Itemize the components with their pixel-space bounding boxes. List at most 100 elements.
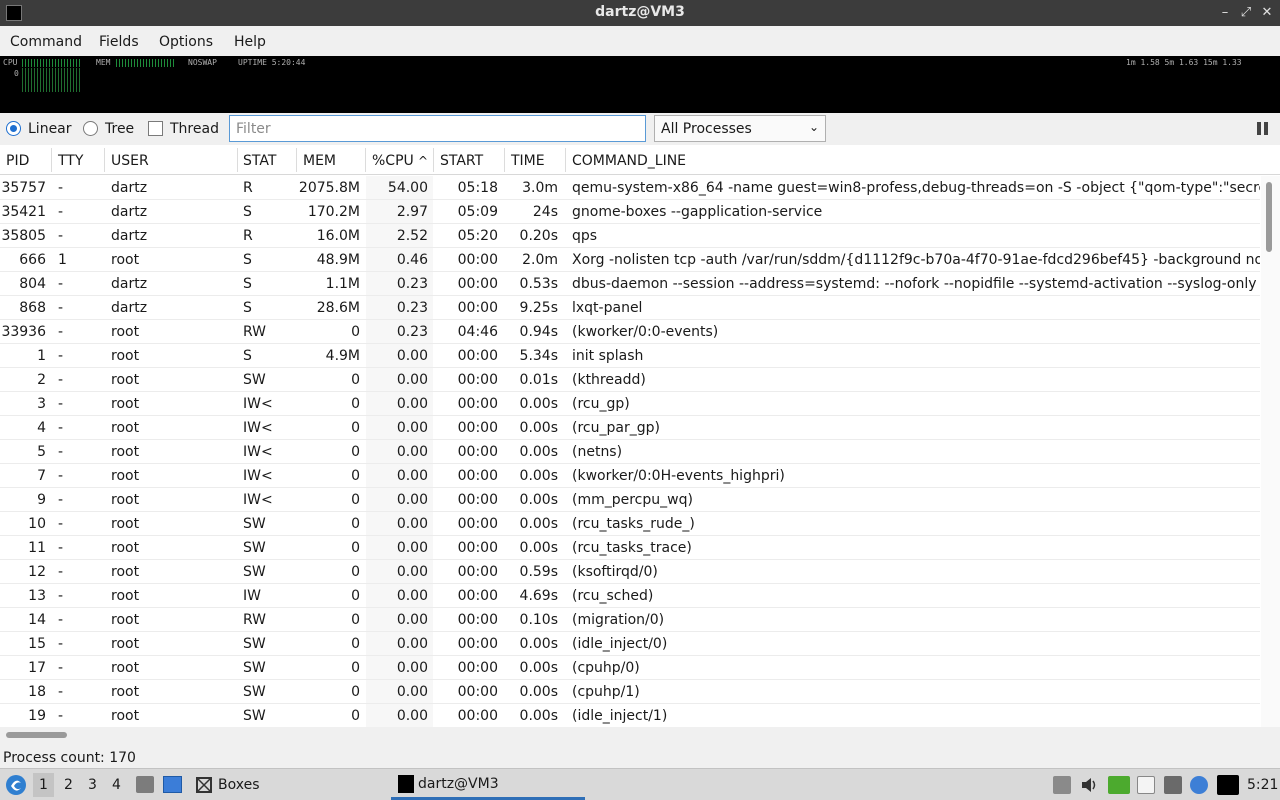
table-row[interactable]: 2- root SW 0 0.00 00:00 0.01s (kthreadd) (0, 368, 1260, 392)
desktop-icon[interactable] (163, 776, 182, 793)
desktop-2[interactable]: 2 (64, 777, 73, 793)
cell-pid: 5 (37, 444, 46, 460)
column-divider[interactable] (565, 148, 566, 172)
linear-label[interactable]: Linear (28, 121, 72, 137)
column-header-user[interactable]: USER (111, 153, 149, 169)
column-divider[interactable] (296, 148, 297, 172)
column-header-pid[interactable]: PID (6, 153, 29, 169)
desktop-3[interactable]: 3 (88, 777, 97, 793)
table-row[interactable]: 18- root SW 0 0.00 00:00 0.00s (cpuhp/1) (0, 680, 1260, 704)
table-row[interactable]: 9- root IW< 0 0.00 00:00 0.00s (mm_percpu_wq) (0, 488, 1260, 512)
desktop-4[interactable]: 4 (112, 777, 121, 793)
table-row[interactable]: 13- root IW 0 0.00 00:00 4.69s (rcu_sched) (0, 584, 1260, 608)
table-row[interactable]: 11- root SW 0 0.00 00:00 0.00s (rcu_tasks_trace… (0, 536, 1260, 560)
cell-tty: - (58, 324, 64, 340)
menu-fields[interactable]: Fields (99, 34, 139, 50)
table-row[interactable]: 1- root S 4.9M 0.00 00:00 5.34s init splash (0, 344, 1260, 368)
column-header-cpu[interactable]: %CPU (372, 153, 414, 169)
cell-stat: S (243, 348, 252, 364)
thread-checkbox[interactable] (148, 121, 163, 136)
table-row[interactable]: 17- root SW 0 0.00 00:00 0.00s (cpuhp/0) (0, 656, 1260, 680)
column-header-command-line[interactable]: COMMAND_LINE (572, 153, 686, 169)
table-row[interactable]: 804- dartz S 1.1M 0.23 00:00 0.53s dbus-daemon … (0, 272, 1260, 296)
filter-input[interactable] (229, 115, 646, 142)
linear-radio[interactable] (6, 121, 21, 136)
window-title: dartz@VM3 (595, 4, 685, 20)
tree-label[interactable]: Tree (105, 121, 134, 137)
cell-pid: 4 (37, 420, 46, 436)
table-row[interactable]: 10- root SW 0 0.00 00:00 0.00s (rcu_tasks_rude_… (0, 512, 1260, 536)
app-menu-icon[interactable] (5, 774, 27, 796)
column-divider[interactable] (104, 148, 105, 172)
table-row[interactable]: 19- root SW 0 0.00 00:00 0.00s (idle_inject/1) (0, 704, 1260, 727)
volume-icon[interactable] (1080, 776, 1098, 794)
menu-help[interactable]: Help (234, 34, 266, 50)
cell-user: dartz (111, 204, 148, 220)
cell-stat: SW (243, 684, 266, 700)
table-row[interactable]: 4- root IW< 0 0.00 00:00 0.00s (rcu_par_gp) (0, 416, 1260, 440)
table-row[interactable]: 868- dartz S 28.6M 0.23 00:00 9.25s lxqt-panel (0, 296, 1260, 320)
column-header-time[interactable]: TIME (511, 153, 545, 169)
terminal-task-button[interactable]: dartz@VM3 (391, 769, 585, 800)
update-notifier-icon[interactable] (1108, 776, 1130, 794)
column-header-mem[interactable]: MEM (303, 153, 336, 169)
cell-pid: 666 (19, 252, 46, 268)
column-header-stat[interactable]: STAT (243, 153, 276, 169)
table-row[interactable]: 35757- dartz R 2075.8M 54.00 05:18 3.0m qemu-sy… (0, 176, 1260, 200)
notes-icon[interactable] (1137, 776, 1155, 794)
column-divider[interactable] (365, 148, 366, 172)
column-divider[interactable] (237, 148, 238, 172)
desktop-1[interactable]: 1 (33, 773, 54, 797)
thread-label[interactable]: Thread (170, 121, 219, 137)
vertical-scrollbar[interactable] (1261, 176, 1280, 727)
table-row[interactable]: 7- root IW< 0 0.00 00:00 0.00s (kworker/0:0H-ev… (0, 464, 1260, 488)
maximize-button[interactable]: ⤢ (1236, 3, 1256, 23)
column-divider[interactable] (504, 148, 505, 172)
column-divider[interactable] (51, 148, 52, 172)
table-row[interactable]: 35805- dartz R 16.0M 2.52 05:20 0.20s qps (0, 224, 1260, 248)
boxes-task-label[interactable]: Boxes (218, 777, 260, 793)
horizontal-scroll-thumb[interactable] (6, 732, 67, 738)
column-divider[interactable] (433, 148, 434, 172)
cell-time: 9.25s (519, 300, 558, 316)
column-header-start[interactable]: START (440, 153, 483, 169)
table-row[interactable]: 5- root IW< 0 0.00 00:00 0.00s (netns) (0, 440, 1260, 464)
table-row[interactable]: 14- root RW 0 0.00 00:00 0.10s (migration/0) (0, 608, 1260, 632)
table-row[interactable]: 15- root SW 0 0.00 00:00 0.00s (idle_inject/0) (0, 632, 1260, 656)
swap-label: NOSWAP (188, 58, 217, 67)
file-manager-icon[interactable] (136, 776, 154, 793)
pause-icon[interactable] (1257, 122, 1271, 136)
tree-radio[interactable] (83, 121, 98, 136)
cell-user: root (111, 660, 140, 676)
cell-user: root (111, 516, 140, 532)
cell-tty: - (58, 348, 64, 364)
cell-pid: 10 (28, 516, 46, 532)
cell-mem: 2075.8M (298, 180, 360, 196)
boxes-icon[interactable] (194, 775, 214, 795)
cell-start: 00:00 (457, 516, 498, 532)
menu-command[interactable]: Command (10, 34, 82, 50)
horizontal-scrollbar[interactable] (0, 727, 1280, 743)
minimize-button[interactable]: – (1215, 3, 1235, 23)
menu-options[interactable]: Options (159, 34, 213, 50)
cell-cpu: 2.97 (396, 204, 428, 220)
table-row[interactable]: 666 1 root S 48.9M 0.46 00:00 2.0m Xorg -noliste… (0, 248, 1260, 272)
network-icon[interactable] (1164, 776, 1182, 794)
cell-user: root (111, 708, 140, 724)
table-row[interactable]: 3- root IW< 0 0.00 00:00 0.00s (rcu_gp) (0, 392, 1260, 416)
vertical-scroll-thumb[interactable] (1266, 182, 1272, 252)
close-button[interactable]: ✕ (1257, 3, 1277, 23)
column-header-tty[interactable]: TTY (58, 153, 83, 169)
table-row[interactable]: 12- root SW 0 0.00 00:00 0.59s (ksoftirqd/0) (0, 560, 1260, 584)
table-row[interactable]: 33936- root RW 0 0.23 04:46 0.94s (kworker/0:0-… (0, 320, 1260, 344)
cell-start: 00:00 (457, 564, 498, 580)
cell-start: 00:00 (457, 660, 498, 676)
clipboard-icon[interactable] (1053, 776, 1071, 794)
table-row[interactable]: 35421- dartz S 170.2M 2.97 05:09 24s gnome-boxe… (0, 200, 1260, 224)
notification-icon[interactable] (1190, 776, 1208, 794)
cell-command-line: (rcu_tasks_rude_) (572, 516, 695, 532)
terminal-tray-icon[interactable] (1217, 775, 1239, 795)
process-filter-select[interactable]: All Processes ⌄ (654, 115, 826, 142)
cell-mem: 0 (351, 564, 360, 580)
cell-mem: 48.9M (316, 252, 360, 268)
